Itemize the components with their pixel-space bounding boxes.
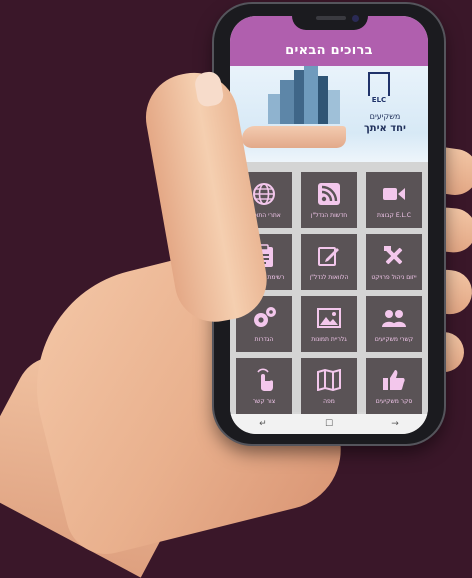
building: [268, 94, 280, 124]
tile-label: הגדרות: [254, 336, 274, 343]
globe-icon: [251, 181, 277, 207]
tile-label: גלריית תמונות: [311, 336, 347, 343]
gears-icon: [251, 305, 277, 331]
tile-company[interactable]: E.L.C קבוצת: [366, 172, 422, 228]
company-logo: [368, 72, 390, 96]
tile-investor-relations[interactable]: קשרי משקיעים: [366, 296, 422, 352]
front-camera: [352, 15, 359, 22]
image-icon: [316, 305, 342, 331]
thumbs-up-icon: [381, 367, 407, 393]
building: [328, 90, 340, 124]
tile-map[interactable]: מפה: [301, 358, 357, 414]
banner-hand-image: [242, 126, 346, 148]
recent-apps-button[interactable]: →: [391, 419, 399, 429]
rss-feed-icon: [316, 181, 342, 207]
tap-icon: [251, 367, 277, 393]
people-icon: [381, 305, 407, 331]
tile-loans[interactable]: הלוואות לנדל"ן: [301, 234, 357, 290]
edit-note-icon: [316, 243, 342, 269]
banner-tagline-line2: יחד איתך: [363, 123, 406, 134]
tile-label: הלוואות לנדל"ן: [309, 274, 349, 281]
tile-label: E.L.C קבוצת: [377, 212, 411, 219]
home-button[interactable]: ☐: [325, 419, 333, 429]
video-camera-icon: [381, 181, 407, 207]
phone-screen: ברוכים הבאים ELC משקיעים יחד איתך E.L.C …: [230, 16, 428, 434]
map-icon: [316, 367, 342, 393]
app-title: ברוכים הבאים: [285, 43, 373, 58]
tile-gallery[interactable]: גלריית תמונות: [301, 296, 357, 352]
banner-tagline-line1: משקיעים: [369, 112, 401, 121]
back-button[interactable]: ↵: [259, 419, 267, 429]
tile-label: צור קשר: [252, 398, 276, 405]
speaker-grille: [316, 16, 346, 20]
tile-label: ייזום ניהול פרויקט: [371, 274, 417, 281]
hero-banner: ELC משקיעים יחד איתך: [230, 66, 428, 162]
tile-label: סקר משקיעים: [375, 398, 413, 405]
building: [304, 66, 318, 124]
tile-project-management[interactable]: ייזום ניהול פרויקט: [366, 234, 422, 290]
tile-label: מפה: [323, 398, 335, 405]
tile-survey[interactable]: סקר משקיעים: [366, 358, 422, 414]
tile-news[interactable]: חדשות הנדל"ן: [301, 172, 357, 228]
logo-text: ELC: [371, 96, 387, 104]
building: [294, 70, 304, 124]
android-nav-bar: ↵ ☐ →: [230, 414, 428, 434]
tools-icon: [381, 243, 407, 269]
tile-label: קשרי משקיעים: [374, 336, 414, 343]
tile-contact[interactable]: צור קשר: [236, 358, 292, 414]
building: [318, 76, 328, 124]
tile-label: חדשות הנדל"ן: [310, 212, 348, 219]
building: [280, 80, 294, 124]
